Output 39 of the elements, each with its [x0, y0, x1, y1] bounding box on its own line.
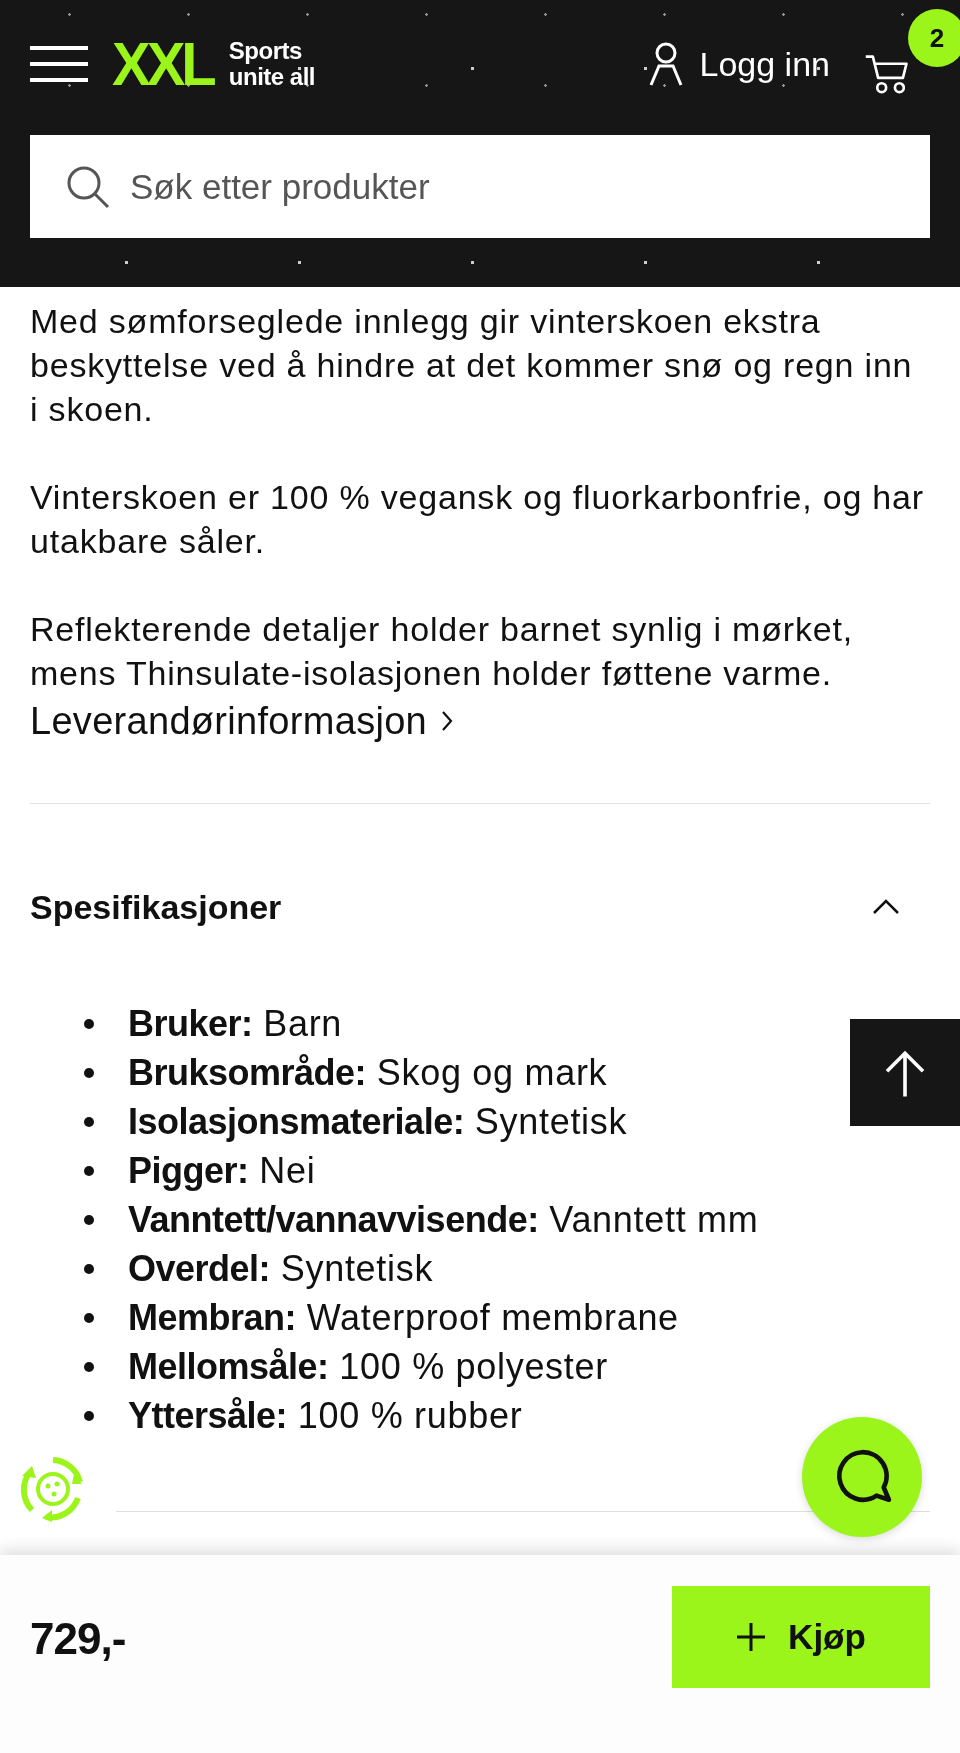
back-to-top-button[interactable] [850, 1019, 960, 1126]
cart-count-badge: 2 [908, 9, 960, 67]
bullet-icon [84, 1116, 94, 1127]
specification-item: Bruker: Barn [128, 1002, 343, 1045]
bullet-icon [84, 1214, 94, 1225]
bullet-icon [84, 1018, 94, 1029]
login-link[interactable]: Logg inn [699, 44, 830, 84]
specification-item: Bruksområde: Skog og mark [128, 1051, 608, 1094]
specification-item: Membran: Waterproof membrane [128, 1296, 679, 1339]
specification-item: Overdel: Syntetisk [128, 1247, 434, 1290]
specification-item: Mellomsåle: 100 % polyester [128, 1345, 608, 1388]
supplier-info-link[interactable]: Leverandørinformasjon [30, 695, 454, 747]
bullet-icon [84, 1067, 94, 1078]
search-field[interactable]: Søk etter produkter [30, 135, 930, 238]
bullet-icon [84, 1410, 94, 1421]
specification-item: Yttersåle: 100 % rubber [128, 1394, 523, 1437]
bullet-icon [84, 1263, 94, 1274]
description-paragraph: Med sømforseglede innlegg gir vinterskoen ekstra beskyttelse ved å hindre at det kommer snø og regn inn i skoen. [30, 301, 914, 430]
specification-item: Isolasjonsmateriale: Syntetisk [128, 1100, 628, 1143]
logo-tagline: Sports unite all [228, 38, 315, 90]
cart-icon[interactable] [864, 53, 910, 94]
menu-icon[interactable] [30, 46, 88, 82]
bullet-icon [84, 1165, 94, 1176]
buy-button[interactable]: Kjøp [672, 1586, 930, 1688]
specification-item: Vanntett/vannavvisende: Vanntett mm [128, 1198, 759, 1241]
description-paragraph: Vinterskoen er 100 % vegansk og fluorkarbonfrie, og har utakbare såler. [30, 477, 925, 562]
specification-item: Pigger: Nei [128, 1149, 316, 1192]
bullet-icon [84, 1312, 94, 1323]
plus-icon [736, 1622, 767, 1652]
bullet-icon [84, 1361, 94, 1372]
price: 729,- [30, 1614, 126, 1664]
user-icon[interactable] [647, 41, 684, 87]
search-input[interactable]: Søk etter produkter [128, 165, 894, 208]
chevron-right-icon [441, 710, 454, 732]
description-paragraph: Reflekterende detaljer holder barnet synlig i mørket, mens Thinsulate-isolasjonen holder føttene varme. [30, 609, 854, 694]
specifications-header[interactable]: Spesifikasjoner [30, 879, 930, 935]
search-icon [66, 164, 110, 209]
chevron-up-icon [872, 899, 900, 915]
logo[interactable]: XXL [112, 34, 213, 94]
